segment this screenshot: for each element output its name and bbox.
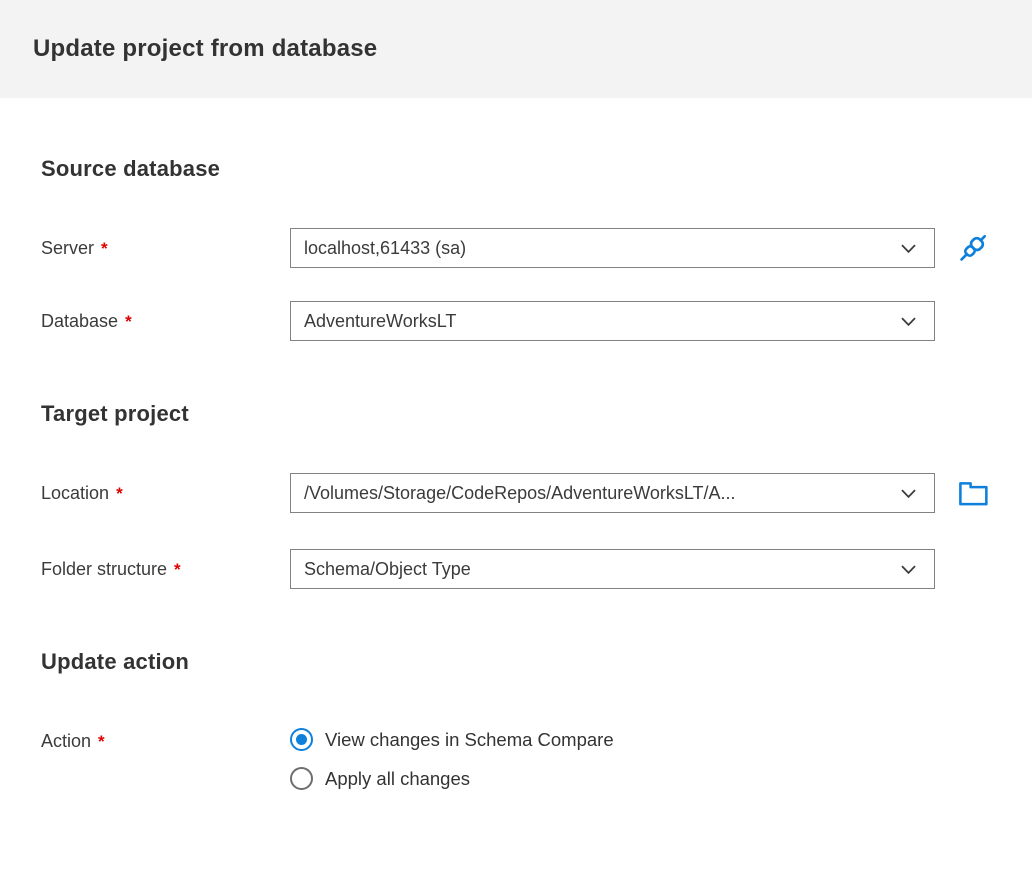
action-row: Action * View changes in Schema Compare … [41, 728, 991, 790]
location-dropdown[interactable]: /Volumes/Storage/CodeRepos/AdventureWork… [290, 473, 935, 513]
database-label-text: Database [41, 310, 119, 331]
update-action-heading: Update action [41, 649, 190, 674]
server-dropdown-value: localhost,61433 (sa) [304, 237, 467, 258]
folder-structure-label: Folder structure * [41, 559, 290, 580]
location-label-text: Location [41, 482, 110, 503]
connect-plug-icon[interactable] [954, 228, 992, 268]
server-row: Server * localhost,61433 (sa) [41, 228, 991, 268]
server-label-text: Server [41, 237, 95, 258]
database-dropdown[interactable]: AdventureWorksLT [290, 301, 935, 341]
database-label: Database * [41, 311, 290, 332]
required-asterisk: * [116, 483, 123, 503]
location-dropdown-value: /Volumes/Storage/CodeRepos/AdventureWork… [304, 482, 736, 503]
radio-option-label: Apply all changes [325, 767, 471, 789]
source-database-heading: Source database [41, 156, 221, 181]
chevron-down-icon [899, 239, 918, 258]
radio-unselected-icon[interactable] [290, 767, 313, 790]
radio-option-apply-all[interactable]: Apply all changes [290, 767, 614, 790]
target-project-heading: Target project [41, 401, 189, 426]
radio-selected-icon[interactable] [290, 728, 313, 751]
radio-option-label: View changes in Schema Compare [325, 728, 614, 750]
server-label: Server * [41, 238, 290, 259]
chevron-down-icon [899, 312, 918, 331]
chevron-down-icon [899, 560, 918, 579]
database-dropdown-value: AdventureWorksLT [304, 310, 457, 331]
required-asterisk: * [125, 311, 132, 331]
required-asterisk: * [98, 732, 105, 751]
server-dropdown[interactable]: localhost,61433 (sa) [290, 228, 935, 268]
required-asterisk: * [174, 559, 181, 579]
folder-icon[interactable] [954, 473, 991, 513]
location-label: Location * [41, 483, 290, 504]
action-radio-group: View changes in Schema Compare Apply all… [290, 728, 614, 790]
folder-structure-dropdown[interactable]: Schema/Object Type [290, 549, 935, 589]
location-row: Location * /Volumes/Storage/CodeRepos/Ad… [41, 473, 991, 513]
required-asterisk: * [101, 238, 108, 258]
dialog-title: Update project from database [33, 35, 378, 62]
folder-structure-label-text: Folder structure [41, 558, 168, 579]
radio-option-view-changes[interactable]: View changes in Schema Compare [290, 728, 614, 751]
folder-structure-row: Folder structure * Schema/Object Type [41, 549, 991, 589]
action-label: Action * [41, 731, 290, 752]
folder-structure-dropdown-value: Schema/Object Type [304, 558, 471, 579]
action-label-text: Action [41, 731, 92, 751]
database-row: Database * AdventureWorksLT [41, 301, 991, 341]
chevron-down-icon [899, 484, 918, 503]
dialog-body: Source database Server * localhost,61433… [0, 156, 1032, 790]
dialog-header: Update project from database [0, 0, 1032, 98]
